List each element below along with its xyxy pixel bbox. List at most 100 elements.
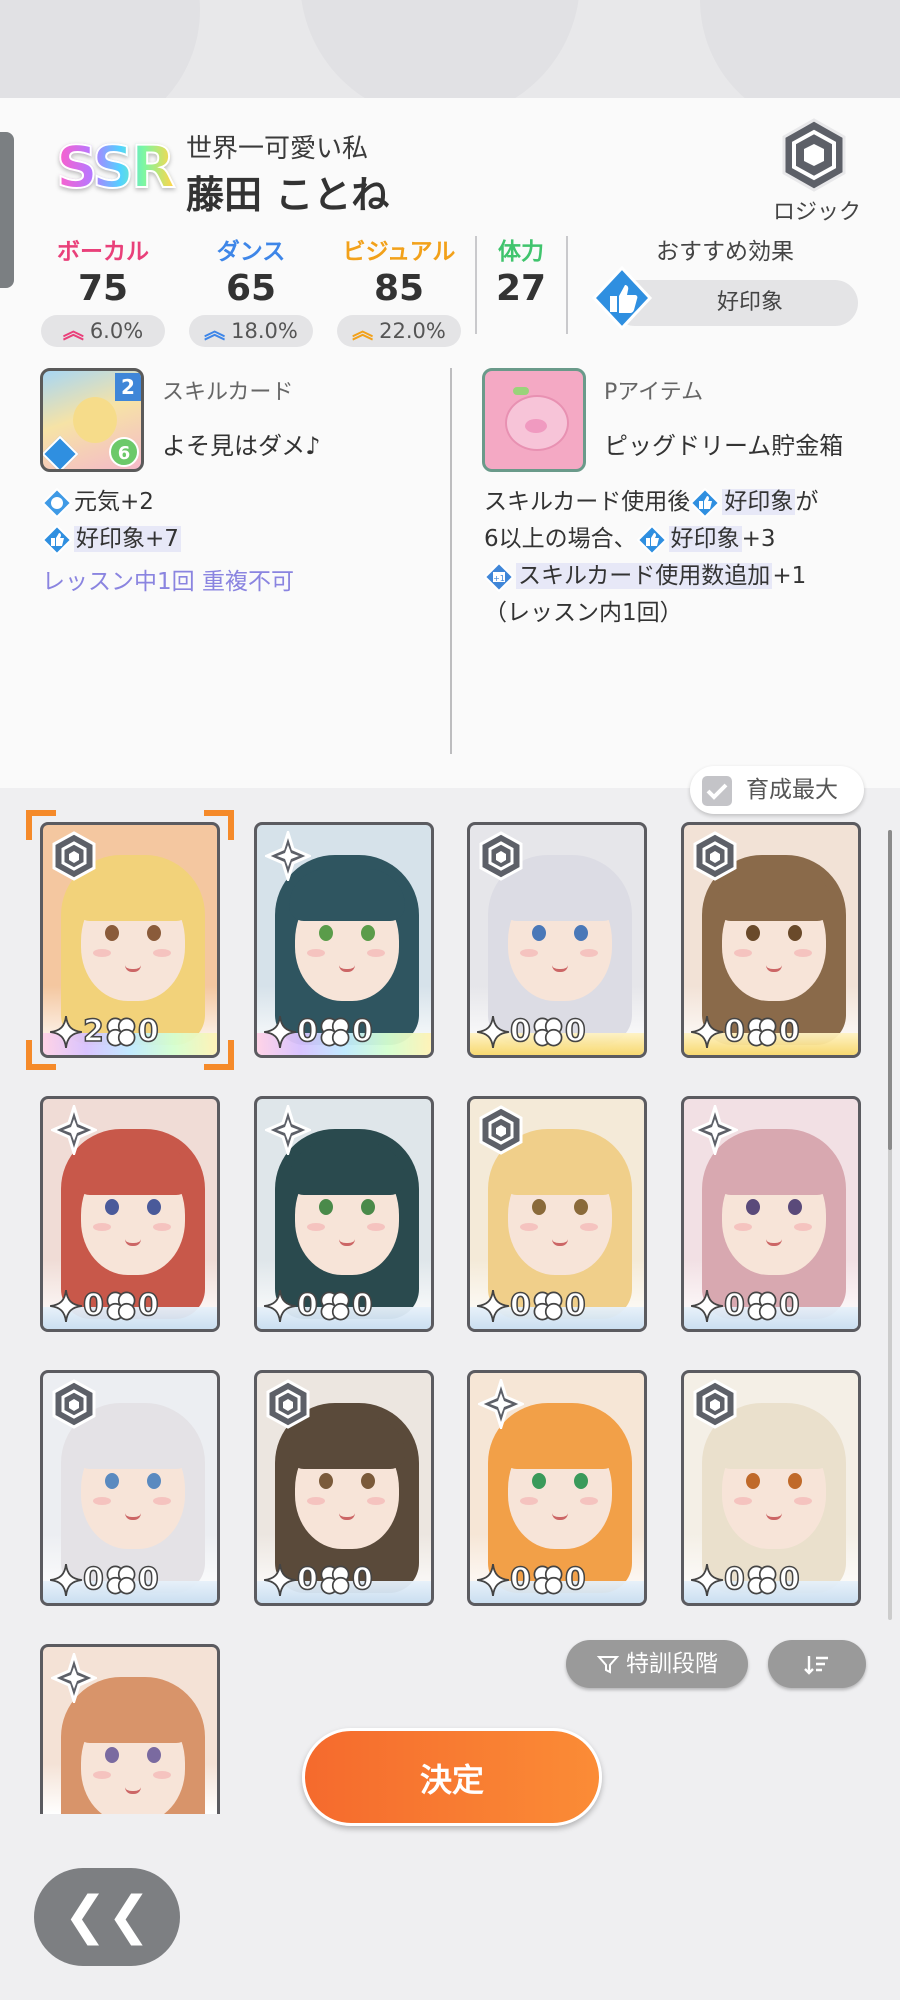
effect-text: 好印象 xyxy=(722,489,796,515)
clover-count: 0 xyxy=(137,1287,159,1324)
star-count: 0 xyxy=(509,1287,531,1324)
sparkle-icon xyxy=(50,1564,82,1596)
skill-card-note: レッスン中1回 重複不可 xyxy=(42,569,294,595)
checkbox-icon xyxy=(702,776,732,806)
card-upgrade-counts: 00 xyxy=(49,1561,159,1597)
card-art-eye xyxy=(319,1199,333,1215)
support-card[interactable]: 00 xyxy=(467,1370,647,1606)
top-decorative-band xyxy=(0,0,900,98)
back-button[interactable]: ❮❮ xyxy=(34,1868,180,1966)
rarity-badge: SSR xyxy=(55,133,177,201)
card-art-eye xyxy=(788,1199,802,1215)
card-art-eye xyxy=(788,1473,802,1489)
card-subtitle: 世界一可愛い私 xyxy=(186,134,369,164)
double-chevron-up-icon: ︽ xyxy=(204,319,226,343)
card-art-eye xyxy=(746,925,760,941)
cost-badge: 6 xyxy=(109,437,139,467)
effect-text: 好印象 xyxy=(668,526,742,552)
support-card[interactable] xyxy=(40,1644,220,1814)
good-impression-icon xyxy=(43,435,79,469)
card-art-eye xyxy=(532,925,546,941)
decide-button[interactable]: 決定 xyxy=(302,1728,602,1826)
sort-button[interactable] xyxy=(768,1640,866,1688)
p-item-effect-line: スキルカード使用後 好印象が xyxy=(484,484,884,521)
skill-card-title: スキルカード xyxy=(162,380,294,405)
side-drawer-tab[interactable] xyxy=(0,132,14,288)
support-card[interactable]: 00 xyxy=(40,1096,220,1332)
card-art-blush xyxy=(93,1771,111,1779)
clover-icon xyxy=(533,1565,563,1595)
support-card[interactable]: 00 xyxy=(681,1370,861,1606)
clover-icon xyxy=(106,1291,136,1321)
card-art-eye xyxy=(105,1473,119,1489)
selection-corner xyxy=(204,810,234,840)
card-art-eye xyxy=(788,925,802,941)
support-card[interactable]: 00 xyxy=(254,1370,434,1606)
card-art-blush xyxy=(307,949,325,957)
p-item-effect: スキルカード使用後 好印象が 6以上の場合、 好印象+3 +1 スキルカード使用数追加… xyxy=(484,484,884,632)
p-item-thumbnail[interactable] xyxy=(482,368,586,472)
logic-plan-icon xyxy=(693,1379,737,1429)
clover-count: 0 xyxy=(564,1013,586,1050)
support-card[interactable]: 00 xyxy=(681,1096,861,1332)
p-item-title: Pアイテム xyxy=(604,380,704,405)
selection-corner xyxy=(204,1040,234,1070)
skill-card-thumbnail[interactable]: 2 6 xyxy=(40,368,144,472)
card-art-eye xyxy=(147,1473,161,1489)
plan-label: ロジック xyxy=(772,200,861,225)
support-card[interactable]: 20 xyxy=(40,822,220,1058)
card-art-blush xyxy=(153,1497,171,1505)
card-art-blush xyxy=(520,1497,538,1505)
clover-icon xyxy=(747,1017,777,1047)
stat-dance: ダンス 65 ︽ 18.0% xyxy=(186,232,316,347)
sparkle-icon xyxy=(691,1290,723,1322)
card-art-blush xyxy=(794,1223,812,1231)
support-card[interactable]: 00 xyxy=(467,1096,647,1332)
star-count: 0 xyxy=(296,1013,318,1050)
max-training-toggle[interactable]: 育成最大 xyxy=(690,766,864,814)
filter-button[interactable]: 特訓段階 xyxy=(566,1640,748,1688)
stat-bonus: ︽ 18.0% xyxy=(189,315,313,347)
logic-plan-icon xyxy=(479,831,523,881)
stat-visual: ビジュアル 85 ︽ 22.0% xyxy=(334,232,464,347)
card-upgrade-counts: 00 xyxy=(263,1287,373,1323)
card-upgrade-counts: 00 xyxy=(263,1013,373,1050)
recommended-effect-label: おすすめ効果 xyxy=(656,239,794,265)
card-art-eye xyxy=(532,1473,546,1489)
effect-text: スキルカード使用後 xyxy=(484,489,691,515)
card-art-eye xyxy=(361,925,375,941)
check-icon xyxy=(706,783,728,800)
clover-icon xyxy=(320,1565,350,1595)
star-count: 0 xyxy=(509,1013,531,1050)
skill-level-badge: 2 xyxy=(115,373,141,401)
support-card[interactable]: 00 xyxy=(40,1370,220,1606)
support-card[interactable]: 00 xyxy=(254,1096,434,1332)
support-card[interactable]: 00 xyxy=(681,822,861,1058)
sparkle-icon xyxy=(477,1016,509,1048)
scrollbar-thumb[interactable] xyxy=(888,830,892,1150)
card-art-blush xyxy=(307,1497,325,1505)
card-art-blush xyxy=(580,1497,598,1505)
star-count: 0 xyxy=(509,1561,531,1598)
card-art-blush xyxy=(520,949,538,957)
card-use-count-icon: +1 xyxy=(484,561,514,592)
star-count: 0 xyxy=(723,1013,745,1050)
card-art-eye xyxy=(532,1199,546,1215)
card-upgrade-counts: 00 xyxy=(690,1287,800,1323)
card-upgrade-counts: 00 xyxy=(49,1287,159,1324)
card-art-eye xyxy=(147,1747,161,1763)
support-card[interactable]: 00 xyxy=(467,822,647,1058)
card-art-blush xyxy=(367,1223,385,1231)
card-art-blush xyxy=(367,1497,385,1505)
stat-label: ダンス xyxy=(216,239,286,265)
clover-icon xyxy=(106,1017,136,1047)
sense-plan-icon xyxy=(478,1379,524,1429)
effect-text: 6以上の場合、 xyxy=(484,526,637,552)
filter-icon xyxy=(596,1655,620,1674)
sparkle-icon xyxy=(691,1016,723,1048)
card-art-eye xyxy=(147,925,161,941)
card-art-blush xyxy=(153,1223,171,1231)
support-card[interactable]: 00 xyxy=(254,822,434,1058)
grid-scrollbar[interactable] xyxy=(888,830,892,1620)
card-upgrade-counts: 00 xyxy=(476,1561,586,1598)
